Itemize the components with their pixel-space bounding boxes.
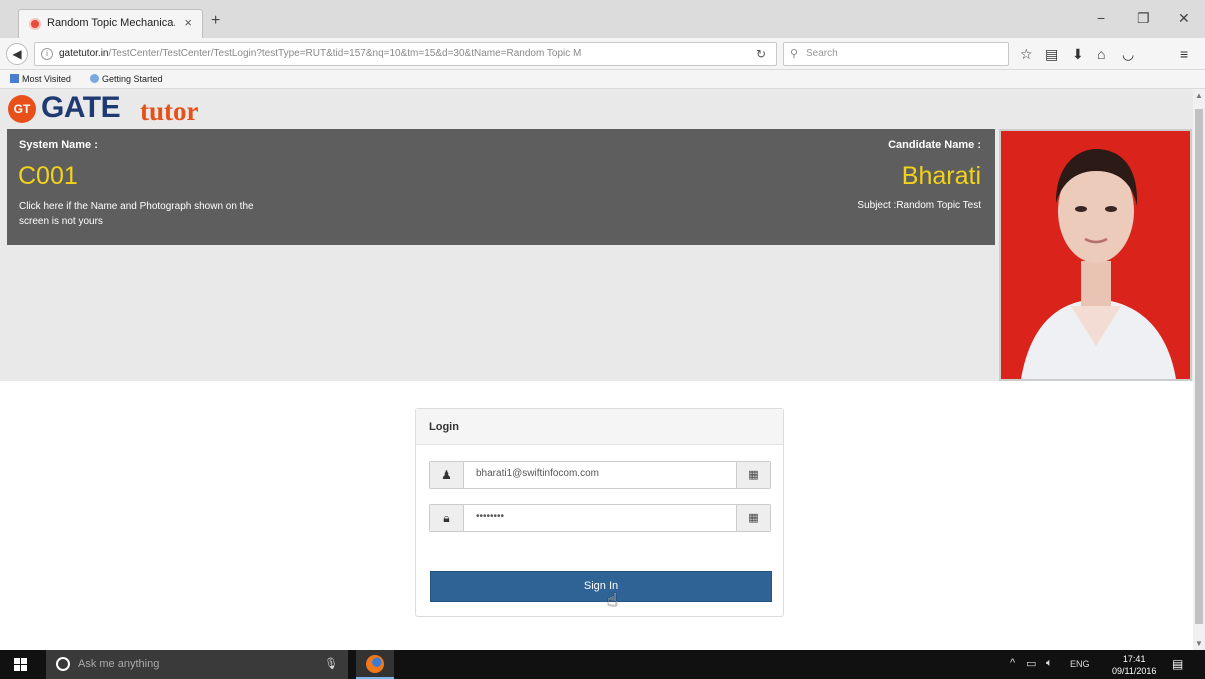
bookmark-getting-started[interactable]: Getting Started	[90, 74, 163, 84]
reload-icon[interactable]: ↻	[756, 47, 766, 61]
logo-badge: GT	[8, 95, 36, 123]
browser-tab-bar: Random Topic Mechanica... × + − ❐ ✕	[0, 0, 1205, 38]
tray-chevron-icon[interactable]: ^	[1010, 657, 1015, 669]
scroll-down-icon[interactable]: ▼	[1195, 639, 1203, 648]
subject-text: Subject :Random Topic Test	[857, 200, 981, 211]
sign-in-button[interactable]: Sign In ☝	[430, 571, 772, 610]
bookmark-label: Most Visited	[22, 74, 71, 84]
minimize-button[interactable]: −	[1097, 10, 1105, 26]
logo-gate-text: GATE	[41, 91, 121, 124]
firefox-icon	[366, 655, 384, 673]
url-host: gatetutor.in	[59, 48, 109, 59]
keyboard-icon[interactable]: ▦	[736, 462, 770, 488]
url-path: /TestCenter/TestCenter/TestLogin?testTyp…	[108, 48, 582, 59]
bookmark-star-icon[interactable]: ☆	[1020, 46, 1033, 63]
username-input[interactable]: bharati1@swiftinfocom.com	[476, 468, 726, 479]
system-clock[interactable]: 17:41 09/11/2016	[1112, 653, 1156, 677]
reading-list-icon[interactable]: ▤	[1045, 46, 1058, 63]
clock-date: 09/11/2016	[1112, 666, 1157, 676]
close-window-button[interactable]: ✕	[1178, 10, 1190, 27]
language-indicator[interactable]: ENG	[1070, 659, 1090, 669]
wrong-identity-link[interactable]: Click here if the Name and Photograph sh…	[19, 199, 259, 229]
search-icon: ⚲	[790, 48, 799, 60]
search-placeholder: Search	[806, 48, 838, 59]
username-field[interactable]: ♟ bharati1@swiftinfocom.com ▦	[429, 461, 771, 489]
menu-icon[interactable]: ≡	[1180, 46, 1188, 62]
login-title: Login	[429, 421, 459, 433]
page-content: GT GATE tutor System Name : C001 Click h…	[0, 89, 1193, 650]
restore-button[interactable]: ❐	[1137, 10, 1150, 27]
keyboard-icon[interactable]: ▦	[736, 505, 770, 531]
cortana-placeholder: Ask me anything	[78, 658, 160, 670]
scroll-up-icon[interactable]: ▲	[1195, 91, 1203, 100]
notification-icon[interactable]: ▤	[1172, 657, 1183, 671]
back-arrow-icon[interactable]: ◀	[6, 43, 28, 65]
logo-tutor-text: tutor	[140, 96, 199, 126]
windows-taskbar: Ask me anything 🎙︎ ^ ▭ 🔈︎ ENG 17:41 09/1…	[0, 650, 1205, 679]
login-panel-header: Login	[416, 409, 783, 445]
system-name-value: C001	[18, 162, 78, 190]
cortana-search[interactable]: Ask me anything 🎙︎	[46, 650, 348, 679]
cortana-icon	[56, 657, 70, 671]
search-box[interactable]: ⚲ Search	[783, 42, 1009, 66]
url-text[interactable]: gatetutor.in/TestCenter/TestCenter/TestL…	[59, 48, 739, 59]
volume-icon[interactable]: 🔈︎	[1046, 657, 1053, 670]
scrollbar-thumb[interactable]	[1195, 109, 1203, 624]
microphone-icon[interactable]: 🎙︎	[324, 657, 338, 670]
password-input[interactable]: ••••••••	[476, 511, 726, 522]
system-name-label: System Name :	[19, 139, 98, 151]
lock-icon: 🔒︎	[430, 505, 464, 531]
windows-start-icon[interactable]	[14, 658, 27, 671]
new-tab-button[interactable]: +	[211, 12, 220, 30]
candidate-name-label: Candidate Name :	[888, 139, 981, 151]
info-icon[interactable]: i	[41, 48, 53, 60]
browser-nav-bar: ◀ i gatetutor.in/TestCenter/TestCenter/T…	[0, 38, 1205, 70]
bookmark-label: Getting Started	[102, 74, 163, 84]
home-icon[interactable]: ⌂	[1097, 46, 1105, 62]
password-field[interactable]: 🔒︎ •••••••• ▦	[429, 504, 771, 532]
user-icon: ♟	[430, 462, 464, 488]
favicon-icon	[29, 18, 41, 30]
bookmark-most-visited[interactable]: Most Visited	[10, 74, 71, 84]
candidate-name-value: Bharati	[901, 162, 981, 190]
network-icon[interactable]: ▭	[1026, 657, 1036, 670]
browser-tab[interactable]: Random Topic Mechanica... ×	[18, 9, 203, 38]
folder-icon	[10, 74, 19, 83]
firefox-taskbar-button[interactable]	[356, 650, 394, 679]
tab-title: Random Topic Mechanica...	[47, 17, 175, 29]
candidate-photo-image	[1001, 131, 1190, 379]
login-panel: Login ♟ bharati1@swiftinfocom.com ▦ 🔒︎ •…	[415, 408, 784, 617]
download-icon[interactable]: ⬇	[1072, 46, 1084, 63]
clock-time: 17:41	[1122, 654, 1146, 664]
tab-close-icon[interactable]: ×	[184, 15, 192, 30]
pocket-icon[interactable]: ◡	[1122, 46, 1134, 63]
candidate-info-panel: System Name : C001 Click here if the Nam…	[7, 129, 995, 245]
address-bar[interactable]: i gatetutor.in/TestCenter/TestCenter/Tes…	[34, 42, 777, 66]
candidate-photo	[999, 129, 1192, 381]
globe-icon	[90, 74, 99, 83]
hand-cursor-icon: ☝	[607, 590, 618, 610]
page-scrollbar[interactable]: ▲ ▼	[1193, 89, 1205, 650]
bookmarks-bar: Most Visited Getting Started	[0, 70, 1205, 89]
